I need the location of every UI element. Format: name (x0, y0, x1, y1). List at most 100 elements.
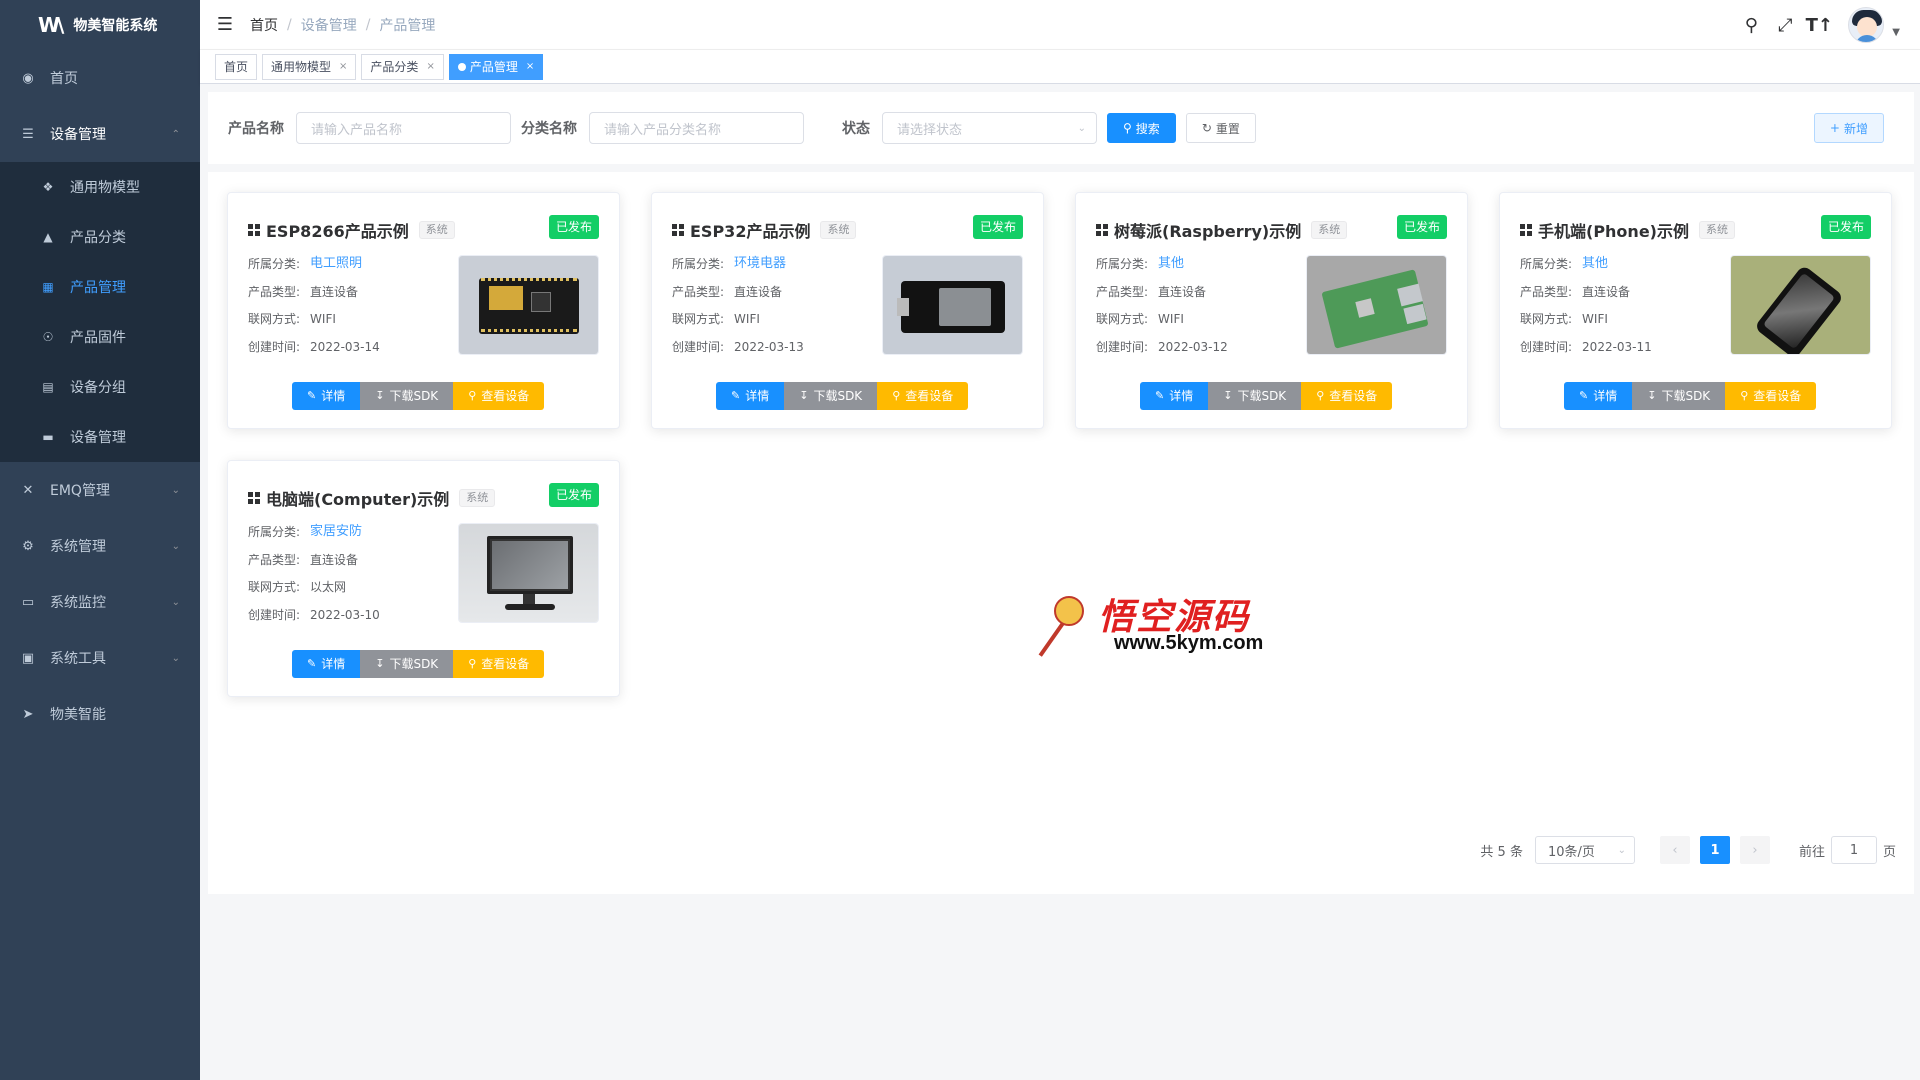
category-key: 所属分类: (248, 525, 301, 539)
reset-button[interactable]: ↻ 重置 (1185, 113, 1256, 143)
search-button-label: 搜索 (1135, 121, 1160, 136)
close-icon[interactable]: × (526, 55, 534, 79)
detail-button[interactable]: ✎ 详情 (1564, 382, 1633, 410)
tag-product-category[interactable]: 产品分类 × (361, 53, 444, 80)
type-value: 直连设备 (1158, 284, 1207, 299)
download-sdk-button[interactable]: ↧ 下载SDK (1208, 382, 1302, 410)
category-value[interactable]: 电工照明 (310, 255, 362, 283)
sidebar-item-product-management[interactable]: ▦ 产品管理 (0, 262, 200, 312)
prev-page-button[interactable]: ‹ (1659, 836, 1690, 864)
view-devices-button[interactable]: ⚲ 查看设备 (877, 382, 969, 410)
brand-title: 物美智能系统 (73, 18, 158, 34)
page-size-select[interactable]: 10条/页 ⌄ (1534, 836, 1635, 864)
toolbox-icon: ▣ (21, 650, 35, 666)
sidebar-item-system-management[interactable]: ⚙ 系统管理 ⌄ (0, 518, 200, 574)
search-button[interactable]: ⚲ 搜索 (1107, 113, 1176, 143)
monkey-logo-icon (1038, 592, 1090, 657)
category-value[interactable]: 家居安防 (310, 523, 362, 551)
watermark-url: www.5kym.com (1114, 632, 1264, 654)
category-value[interactable]: 环境电器 (734, 255, 786, 283)
tag-thing-model[interactable]: 通用物模型 × (262, 53, 357, 80)
sidebar-item-device-group[interactable]: ▤ 设备分组 (0, 362, 200, 412)
sidebar-item-label: EMQ管理 (50, 483, 110, 499)
brand[interactable]: W\ 物美智能系统 (0, 0, 200, 50)
status-select[interactable]: 请选择状态 ⌄ (882, 112, 1097, 144)
caret-down-icon[interactable]: ▼ (1892, 27, 1900, 38)
view-devices-button[interactable]: ⚲ 查看设备 (1301, 382, 1393, 410)
download-sdk-button[interactable]: ↧ 下载SDK (360, 382, 454, 410)
product-name: 电脑端(Computer)示例 (266, 490, 450, 509)
fullscreen-icon[interactable]: ⤢ (1768, 15, 1802, 36)
sidebar-item-home[interactable]: ◉ 首页 (0, 50, 200, 106)
status-badge: 已发布 (1396, 215, 1447, 239)
tags-view: 首页 通用物模型 × 产品分类 × 产品管理 × (200, 50, 1920, 84)
product-image[interactable] (1730, 255, 1871, 355)
sidebar-item-emq[interactable]: ✕ EMQ管理 ⌄ (0, 462, 200, 518)
download-sdk-label: 下载SDK (813, 389, 863, 403)
add-button[interactable]: + 新增 (1813, 113, 1884, 143)
view-devices-button[interactable]: ⚲ 查看设备 (1725, 382, 1817, 410)
product-image[interactable] (458, 255, 599, 355)
sidebar-item-devices[interactable]: ▬ 设备管理 (0, 412, 200, 462)
view-devices-button[interactable]: ⚲ 查看设备 (453, 382, 545, 410)
right-menu: ⚲ ⤢ T↑ ▼ (1734, 0, 1900, 50)
sidebar-item-wumei[interactable]: ➤ 物美智能 (0, 686, 200, 742)
breadcrumb-separator: / (365, 16, 371, 33)
download-sdk-button[interactable]: ↧ 下载SDK (1632, 382, 1726, 410)
edit-icon: ✎ (731, 389, 741, 402)
next-page-button[interactable]: › (1739, 836, 1770, 864)
category-value[interactable]: 其他 (1158, 255, 1184, 283)
avatar[interactable] (1848, 7, 1885, 43)
download-icon: ↧ (1223, 389, 1233, 402)
product-name: 手机端(Phone)示例 (1538, 222, 1689, 241)
system-tag: 系统 (418, 221, 455, 239)
status-badge: 已发布 (1820, 215, 1871, 239)
active-dot-icon (457, 62, 466, 71)
detail-button-label: 详情 (1169, 389, 1194, 403)
download-sdk-button[interactable]: ↧ 下载SDK (360, 650, 454, 678)
goto-label: 前往 (1798, 844, 1825, 860)
created-key: 创建时间: (248, 607, 301, 622)
sidebar-item-device-management[interactable]: ☰ 设备管理 ⌃ (0, 106, 200, 162)
hamburger-icon[interactable]: ☰ (200, 0, 250, 50)
sidebar-item-label: 产品分类 (70, 230, 126, 246)
detail-button[interactable]: ✎ 详情 (292, 382, 361, 410)
goto-input[interactable]: 1 (1830, 836, 1877, 864)
category-value[interactable]: 其他 (1582, 255, 1608, 283)
created-value: 2022-03-14 (310, 339, 380, 354)
type-key: 产品类型: (1096, 284, 1149, 299)
product-image[interactable] (882, 255, 1023, 355)
sidebar-item-system-monitor[interactable]: ▭ 系统监控 ⌄ (0, 574, 200, 630)
product-image[interactable] (458, 523, 599, 623)
detail-button[interactable]: ✎ 详情 (1140, 382, 1209, 410)
detail-button[interactable]: ✎ 详情 (716, 382, 785, 410)
close-icon[interactable]: × (426, 55, 434, 79)
detail-button[interactable]: ✎ 详情 (292, 650, 361, 678)
network-value: 以太网 (310, 580, 347, 594)
view-devices-button[interactable]: ⚲ 查看设备 (453, 650, 545, 678)
page-jumper: 前往 1 页 (1799, 836, 1896, 864)
download-sdk-button[interactable]: ↧ 下载SDK (784, 382, 878, 410)
view-devices-label: 查看设备 (481, 389, 530, 403)
system-tag: 系统 (1698, 221, 1735, 239)
close-icon[interactable]: × (339, 55, 347, 79)
created-key: 创建时间: (248, 339, 301, 354)
sidebar-item-product-category[interactable]: ▲ 产品分类 (0, 212, 200, 262)
sidebar-item-thing-model[interactable]: ❖ 通用物模型 (0, 162, 200, 212)
product-image[interactable] (1306, 255, 1447, 355)
search-icon[interactable]: ⚲ (1734, 15, 1768, 36)
product-name-input[interactable]: 请输入产品名称 (296, 112, 511, 144)
category-input[interactable]: 请输入产品分类名称 (589, 112, 804, 144)
sidebar-item-system-tools[interactable]: ▣ 系统工具 ⌄ (0, 630, 200, 686)
breadcrumb-item-home[interactable]: 首页 (250, 15, 278, 35)
tag-home[interactable]: 首页 (215, 53, 258, 80)
font-size-icon[interactable]: T↑ (1802, 15, 1836, 36)
sidebar-item-label: 产品管理 (70, 280, 126, 296)
sidebar-item-product-firmware[interactable]: ☉ 产品固件 (0, 312, 200, 362)
breadcrumb-separator: / (287, 16, 292, 33)
product-card: ESP8266产品示例 系统 已发布 所属分类: 电工照明 产品类型: 直连设备 联… (227, 192, 620, 429)
detail-button-label: 详情 (321, 657, 346, 671)
tag-product-management[interactable]: 产品管理 × (448, 53, 544, 80)
server-icon: ▬ (42, 430, 54, 444)
page-number[interactable]: 1 (1699, 836, 1730, 864)
